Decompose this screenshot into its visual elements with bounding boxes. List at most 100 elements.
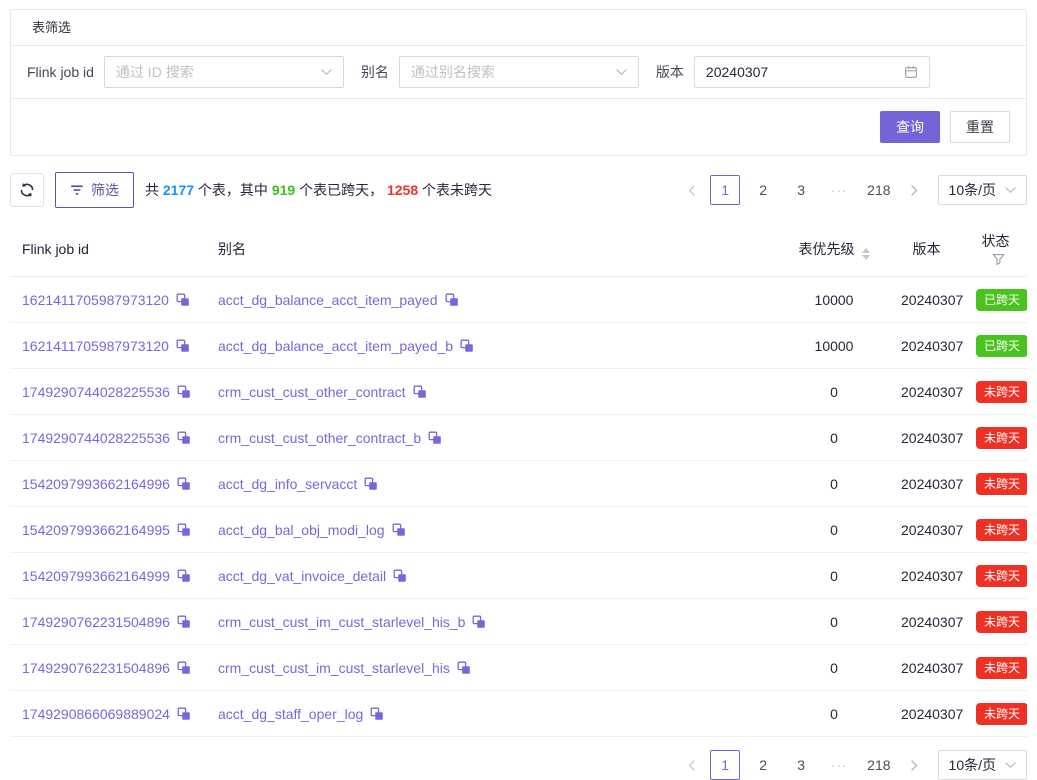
flink-job-id-link[interactable]: 1542097993662164996 — [22, 476, 170, 492]
flink-job-id-link[interactable]: 1621411705987973120 — [22, 338, 169, 354]
alias-link[interactable]: crm_cust_cust_other_contract — [218, 384, 406, 400]
copy-icon[interactable] — [392, 523, 406, 537]
alias-link[interactable]: acct_dg_info_servacct — [218, 476, 357, 492]
copy-icon[interactable] — [428, 431, 442, 445]
copy-icon[interactable] — [176, 293, 190, 307]
alias-select[interactable]: 通过别名搜索 — [399, 56, 639, 88]
copy-icon[interactable] — [177, 385, 191, 399]
alias-link[interactable]: acct_dg_bal_obj_modi_log — [218, 522, 385, 538]
toolbar: 筛选 共 2177 个表，其中 919 个表已跨天， 1258 个表未跨天 1 … — [10, 172, 1027, 208]
copy-icon[interactable] — [413, 385, 427, 399]
table-row: 1542097993662164999 acct_dg_vat_invoice_… — [10, 553, 1027, 599]
summary-text: 个表已跨天， — [295, 182, 387, 198]
pagination-page-3[interactable]: 3 — [786, 175, 816, 205]
copy-icon[interactable] — [177, 615, 191, 629]
flink-job-id-select[interactable]: 通过 ID 搜索 — [104, 56, 344, 88]
copy-icon[interactable] — [176, 339, 190, 353]
version-date-input[interactable]: 20240307 — [694, 56, 930, 88]
calendar-icon — [904, 65, 918, 79]
copy-icon[interactable] — [177, 569, 191, 583]
flink-job-id-label: Flink job id — [27, 64, 94, 80]
refresh-icon — [19, 182, 35, 198]
filter-toggle-button[interactable]: 筛选 — [55, 172, 134, 208]
pagination-page-2[interactable]: 2 — [748, 175, 778, 205]
copy-icon[interactable] — [393, 569, 407, 583]
copy-icon[interactable] — [370, 707, 384, 721]
version-cell: 20240307 — [889, 277, 964, 323]
status-badge: 未跨天 — [976, 703, 1027, 725]
priority-cell: 10000 — [779, 323, 889, 369]
alias-link[interactable]: acct_dg_staff_oper_log — [218, 706, 363, 722]
flink-job-id-link[interactable]: 1749290866069889024 — [22, 706, 170, 722]
version-cell: 20240307 — [889, 691, 964, 737]
version-cell: 20240307 — [889, 461, 964, 507]
version-cell: 20240307 — [889, 599, 964, 645]
chevron-down-icon — [1005, 762, 1016, 769]
copy-icon[interactable] — [177, 661, 191, 675]
page-size-select[interactable]: 10条/页 — [938, 750, 1027, 780]
table-row: 1542097993662164995 acct_dg_bal_obj_modi… — [10, 507, 1027, 553]
pagination-next-button[interactable] — [904, 175, 926, 205]
copy-icon[interactable] — [445, 293, 459, 307]
pagination-page-218[interactable]: 218 — [862, 750, 895, 780]
summary-text: 个表，其中 — [194, 182, 272, 198]
copy-icon[interactable] — [472, 615, 486, 629]
pagination-page-1[interactable]: 1 — [710, 750, 740, 780]
copy-icon[interactable] — [177, 477, 191, 491]
table-row: 1621411705987973120 acct_dg_balance_acct… — [10, 323, 1027, 369]
copy-icon[interactable] — [177, 523, 191, 537]
pagination-page-3[interactable]: 3 — [786, 750, 816, 780]
reset-button[interactable]: 重置 — [950, 111, 1010, 143]
copy-icon[interactable] — [177, 707, 191, 721]
filter-toggle-label: 筛选 — [91, 180, 119, 200]
field-version: 版本 20240307 — [656, 56, 930, 88]
pagination-ellipsis[interactable]: ··· — [824, 175, 854, 205]
pagination-page-218[interactable]: 218 — [862, 175, 895, 205]
flink-job-id-link[interactable]: 1542097993662164995 — [22, 522, 170, 538]
version-cell: 20240307 — [889, 369, 964, 415]
priority-cell: 0 — [779, 645, 889, 691]
version-label: 版本 — [656, 62, 684, 82]
sort-icon[interactable] — [862, 248, 870, 260]
status-header-label: 状态 — [982, 233, 1010, 249]
copy-icon[interactable] — [364, 477, 378, 491]
alias-link[interactable]: crm_cust_cust_other_contract_b — [218, 430, 421, 446]
column-header-priority[interactable]: 表优先级 — [779, 222, 889, 277]
query-button[interactable]: 查询 — [880, 111, 940, 143]
refresh-button[interactable] — [10, 173, 44, 207]
flink-job-id-link[interactable]: 1749290744028225536 — [22, 384, 170, 400]
priority-cell: 0 — [779, 553, 889, 599]
alias-link[interactable]: crm_cust_cust_im_cust_starlevel_his — [218, 660, 450, 676]
chevron-right-icon — [911, 760, 918, 771]
copy-icon[interactable] — [460, 339, 474, 353]
priority-cell: 0 — [779, 415, 889, 461]
pagination-next-button[interactable] — [904, 750, 926, 780]
pagination-prev-button[interactable] — [680, 750, 702, 780]
filter-funnel-icon[interactable] — [992, 253, 1005, 266]
flink-job-id-link[interactable]: 1749290762231504896 — [22, 614, 170, 630]
alias-link[interactable]: acct_dg_balance_acct_item_payed_b — [218, 338, 453, 354]
alias-label: 别名 — [361, 62, 389, 82]
filter-lines-icon — [70, 184, 84, 196]
flink-job-id-link[interactable]: 1542097993662164999 — [22, 568, 170, 584]
filter-card: 表筛选 Flink job id 通过 ID 搜索 别名 通过别名搜索 版本 2… — [10, 9, 1027, 156]
table-body: 1621411705987973120 acct_dg_balance_acct… — [10, 277, 1027, 737]
copy-icon[interactable] — [177, 431, 191, 445]
pagination-ellipsis[interactable]: ··· — [824, 750, 854, 780]
summary-text: 个表未跨天 — [418, 182, 492, 198]
copy-icon[interactable] — [457, 661, 471, 675]
pagination-prev-button[interactable] — [680, 175, 702, 205]
pagination-page-2[interactable]: 2 — [748, 750, 778, 780]
chevron-right-icon — [911, 185, 918, 196]
page-size-select[interactable]: 10条/页 — [938, 175, 1027, 205]
flink-job-id-link[interactable]: 1621411705987973120 — [22, 292, 169, 308]
table-row: 1749290744028225536 crm_cust_cust_other_… — [10, 415, 1027, 461]
alias-link[interactable]: acct_dg_balance_acct_item_payed — [218, 292, 438, 308]
alias-link[interactable]: crm_cust_cust_im_cust_starlevel_his_b — [218, 614, 465, 630]
pagination-page-1[interactable]: 1 — [710, 175, 740, 205]
status-badge: 未跨天 — [976, 427, 1027, 449]
flink-job-id-link[interactable]: 1749290744028225536 — [22, 430, 170, 446]
alias-link[interactable]: acct_dg_vat_invoice_detail — [218, 568, 386, 584]
summary-crossed-count: 919 — [272, 182, 295, 198]
flink-job-id-link[interactable]: 1749290762231504896 — [22, 660, 170, 676]
